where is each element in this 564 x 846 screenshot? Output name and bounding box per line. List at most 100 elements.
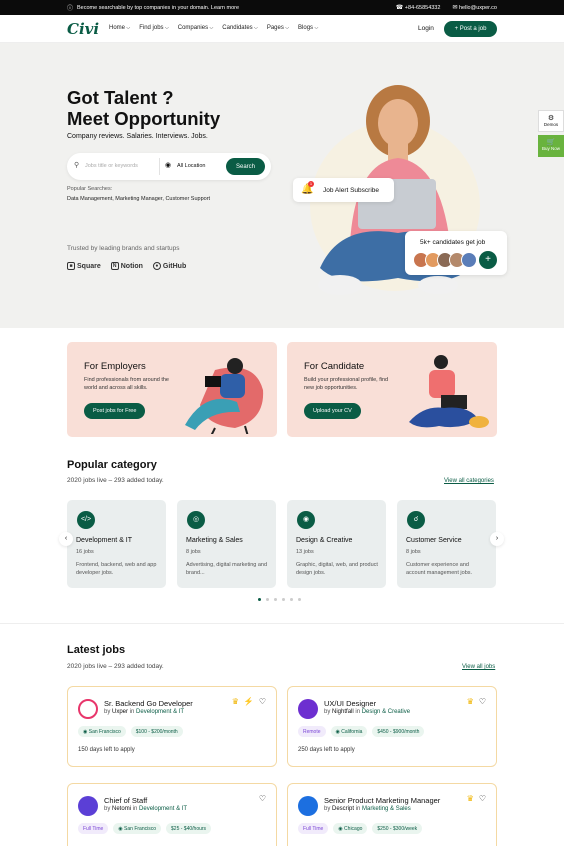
job-type-tag[interactable]: Full Time — [298, 823, 329, 834]
location-tag[interactable]: ◉ San Francisco — [78, 726, 126, 737]
salary-tag: $100 - $200/month — [130, 726, 183, 737]
view-all-jobs-link[interactable]: View all jobs — [462, 664, 495, 670]
carousel-dot[interactable] — [258, 598, 261, 601]
job-title[interactable]: UX/UI Designer — [324, 699, 376, 708]
popular-category-title: Popular category — [67, 459, 157, 471]
job-category[interactable]: Development & IT — [139, 806, 187, 812]
job-category[interactable]: Design & Creative — [362, 709, 410, 715]
nav-item-home[interactable]: Home — [109, 25, 130, 31]
carousel-dot[interactable] — [274, 598, 277, 601]
nav-item-pages[interactable]: Pages — [267, 25, 289, 31]
job-type-tag[interactable]: Full Time — [78, 823, 109, 834]
nav-menu: Home Find jobs Companies Candidates Page… — [109, 25, 318, 31]
carousel-prev-button[interactable]: ‹ — [59, 532, 73, 546]
candidates-card: 5k+ candidates get job + — [405, 231, 507, 275]
hero-subtitle: Company reviews. Salaries. Interviews. J… — [67, 133, 208, 140]
popular-searches[interactable]: Data Management, Marketing Manager, Cust… — [67, 196, 210, 202]
nav-item-blogs[interactable]: Blogs — [298, 25, 318, 31]
category-card-customer-service[interactable]: ☌ Customer Service 8 jobs Customer exper… — [397, 500, 496, 588]
view-all-categories-link[interactable]: View all categories — [444, 478, 494, 484]
company-logo-uxper — [78, 699, 98, 719]
brand-label: GitHub — [162, 262, 187, 270]
notion-icon: N — [110, 262, 119, 270]
company-name[interactable]: Descript — [332, 806, 354, 812]
category-desc: Frontend, backend, web and app developer… — [76, 562, 157, 576]
job-alert-card[interactable]: 🔔 1 Job Alert Subscribe — [293, 178, 394, 202]
keyword-input[interactable]: Jobs title or keywords — [85, 163, 138, 169]
company-name[interactable]: Netomi — [112, 806, 131, 812]
carousel-next-button[interactable]: › — [490, 532, 504, 546]
category-name: Design & Creative — [296, 537, 353, 544]
category-desc: Graphic, digital, web, and product desig… — [296, 562, 378, 576]
carousel-dot[interactable] — [282, 598, 285, 601]
announcement-text[interactable]: Become searchable by top companies in yo… — [77, 5, 239, 11]
category-card-design[interactable]: ◉ Design & Creative 13 jobs Graphic, dig… — [287, 500, 386, 588]
buy-now-button[interactable]: 🛒 Buy Now — [538, 135, 564, 157]
category-card-marketing[interactable]: ◎ Marketing & Sales 8 jobs Advertising, … — [177, 500, 276, 588]
candidate-illustration — [409, 355, 489, 428]
avatar — [461, 252, 477, 268]
company-logo-netomi — [78, 796, 98, 816]
plus-icon[interactable]: + — [479, 251, 497, 269]
location-tag[interactable]: ◉ San Francisco — [113, 823, 162, 834]
salary-tag: $450 - $900/month — [372, 726, 425, 737]
avatar-group: + — [413, 251, 497, 269]
job-actions: ♛ ♡ — [467, 794, 486, 803]
target-icon: ◎ — [187, 511, 205, 529]
post-job-button[interactable]: + Post a job — [444, 21, 497, 37]
nav-item-companies[interactable]: Companies — [178, 25, 214, 31]
heart-icon[interactable]: ♡ — [479, 697, 486, 706]
logo[interactable]: Civi — [67, 20, 99, 38]
job-card[interactable]: Chief of Staff by Netomi in Development … — [67, 783, 277, 846]
carousel-dot[interactable] — [298, 598, 301, 601]
job-actions: ♡ — [259, 794, 266, 803]
in-text: in — [355, 709, 361, 715]
employers-desc: Find professionals from around the world… — [84, 377, 169, 391]
upload-cv-button[interactable]: Upload your CV — [304, 403, 361, 419]
job-company-line: by Nightfall in Design & Creative — [324, 709, 410, 715]
category-card-development[interactable]: </> Development & IT 16 jobs Frontend, b… — [67, 500, 166, 588]
email-contact[interactable]: ✉ hello@uxper.co — [452, 4, 497, 11]
category-name: Marketing & Sales — [186, 537, 243, 544]
heart-icon[interactable]: ♡ — [479, 794, 486, 803]
login-link[interactable]: Login — [418, 25, 434, 32]
job-card[interactable]: Sr. Backend Go Developer by Uxper in Dev… — [67, 686, 277, 767]
demos-button[interactable]: ⚙ Demos — [538, 110, 564, 132]
demos-icon: ⚙ — [547, 115, 555, 122]
buy-now-label: Buy Now — [541, 146, 560, 151]
candidate-desc: Build your professional profile, find ne… — [304, 377, 389, 391]
job-category[interactable]: Development & IT — [136, 709, 184, 715]
job-card[interactable]: Senior Product Marketing Manager by Desc… — [287, 783, 497, 846]
job-card[interactable]: UX/UI Designer by Nightfall in Design & … — [287, 686, 497, 767]
location-tag[interactable]: ◉ California — [330, 726, 368, 737]
job-title[interactable]: Sr. Backend Go Developer — [104, 699, 193, 708]
location-tag[interactable]: ◉ Chicago — [333, 823, 368, 834]
nav-item-find-jobs[interactable]: Find jobs — [139, 25, 169, 31]
category-name: Customer Service — [406, 537, 462, 544]
carousel-dot[interactable] — [266, 598, 269, 601]
post-jobs-free-button[interactable]: Post jobs for Free — [84, 403, 146, 419]
salary-tag: $25 - $40/hours — [166, 823, 212, 834]
carousel-dot[interactable] — [290, 598, 293, 601]
heart-icon[interactable]: ♡ — [259, 697, 266, 706]
job-title[interactable]: Chief of Staff — [104, 796, 147, 805]
nav-item-candidates[interactable]: Candidates — [222, 25, 258, 31]
phone-contact[interactable]: ☎ +84-65854332 — [396, 4, 441, 11]
category-count: 8 jobs — [406, 549, 421, 555]
job-title[interactable]: Senior Product Marketing Manager — [324, 796, 440, 805]
candidates-text: 5k+ candidates get job — [420, 239, 486, 246]
company-name[interactable]: Nightfall — [332, 709, 354, 715]
company-name[interactable]: Uxper — [112, 709, 128, 715]
palette-icon: ◉ — [297, 511, 315, 529]
by-text: by — [104, 806, 111, 812]
location-select[interactable]: All Location — [177, 163, 205, 169]
search-button[interactable]: Search — [226, 158, 265, 175]
company-logo-descript — [298, 796, 318, 816]
category-count: 8 jobs — [186, 549, 201, 555]
candidate-card: For Candidate Build your professional pr… — [287, 342, 497, 437]
divider — [159, 158, 160, 175]
notification-badge: 1 — [308, 181, 314, 187]
job-type-tag[interactable]: Remote — [298, 726, 326, 737]
job-category[interactable]: Marketing & Sales — [362, 806, 411, 812]
heart-icon[interactable]: ♡ — [259, 794, 266, 803]
